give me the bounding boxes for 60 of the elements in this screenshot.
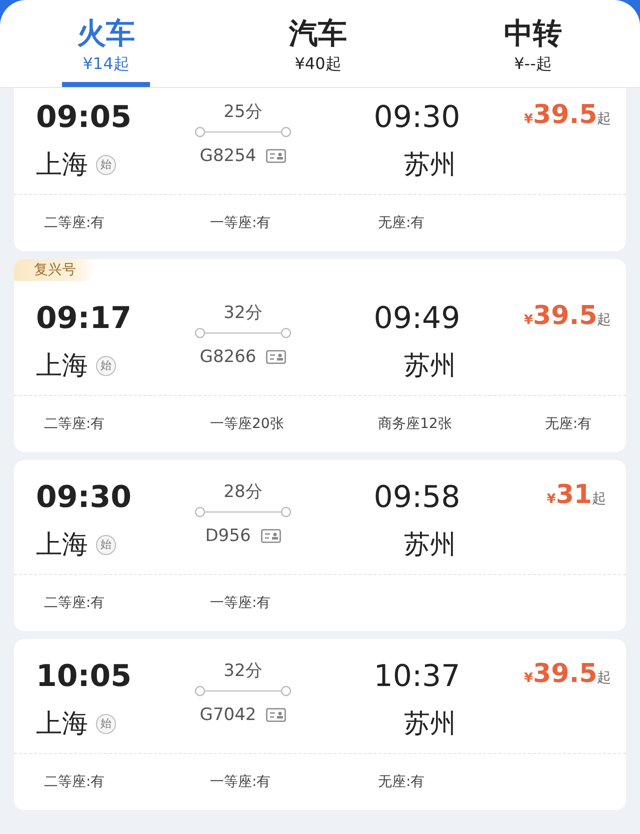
arrival-time: 09:30 (374, 99, 460, 137)
seat-availability: 二等座:有 (44, 214, 106, 233)
tab[interactable]: 火车 ¥14起 (0, 0, 210, 87)
departure-station: 上海 (36, 149, 88, 182)
train-card[interactable]: 复兴号 09:17 上海 始 32分 G8266 09:49 苏州 ¥39.5起 二等座:有 一等座20张 商务座12张 无座:有 (14, 259, 626, 452)
seat-availability: 一等座:有 (210, 773, 272, 792)
duration: 32分 (224, 660, 262, 683)
fare-price: ¥39.5起 (524, 301, 612, 331)
origin-mark: 始 (96, 714, 116, 734)
seat-availability: 无座:有 (378, 773, 426, 792)
arrival-time: 09:58 (374, 479, 460, 517)
arrival-station: 苏州 (403, 708, 456, 741)
route-line-icon (194, 327, 292, 339)
departure-time: 09:05 (36, 99, 132, 137)
seat-availability: 无座:有 (545, 415, 593, 434)
departure-time: 09:17 (36, 300, 132, 338)
duration: 25分 (224, 101, 262, 124)
train-card[interactable]: 10:05 上海 始 32分 G7042 10:37 苏州 ¥39.5起 二等座:有 一等座:有 无座:有 (14, 639, 626, 810)
seat-availability: 一等座20张 (210, 415, 285, 434)
departure-station: 上海 (36, 350, 88, 383)
arrival-station: 苏州 (403, 149, 456, 182)
origin-mark: 始 (96, 535, 116, 555)
route-line-icon (194, 506, 292, 518)
arrival-station: 苏州 (403, 529, 456, 562)
seat-availability: 一等座:有 (210, 214, 272, 233)
arrival-time: 09:49 (374, 300, 460, 338)
origin-mark: 始 (96, 356, 116, 376)
tab[interactable]: 中转 ¥--起 (426, 0, 640, 87)
departure-station: 上海 (36, 708, 88, 741)
id-card-icon (266, 149, 286, 163)
duration: 32分 (224, 302, 262, 325)
train-number: G7042 (200, 704, 256, 727)
id-card-icon (266, 350, 286, 364)
departure-time: 10:05 (36, 658, 132, 696)
seat-availability: 商务座12张 (378, 415, 453, 434)
train-number: G8266 (200, 346, 256, 369)
train-number: D956 (205, 525, 251, 548)
seat-availability: 一等座:有 (210, 594, 272, 613)
seat-availability: 无座:有 (378, 214, 426, 233)
fare-price: ¥39.5起 (524, 100, 612, 130)
duration: 28分 (224, 481, 262, 504)
tab[interactable]: 汽车 ¥40起 (210, 0, 426, 87)
id-card-icon (260, 529, 281, 543)
train-type-tag: 复兴号 (14, 259, 96, 281)
seat-availability: 二等座:有 (44, 594, 106, 613)
origin-mark: 始 (96, 155, 116, 175)
fare-price: ¥31起 (546, 480, 606, 510)
seat-availability: 二等座:有 (44, 773, 106, 792)
departure-station: 上海 (36, 529, 88, 562)
fare-price: ¥39.5起 (524, 659, 612, 689)
seat-availability: 二等座:有 (44, 415, 106, 434)
id-card-icon (266, 708, 286, 722)
arrival-time: 10:37 (374, 658, 460, 696)
departure-time: 09:30 (36, 479, 132, 517)
route-line-icon (194, 685, 292, 697)
train-number: G8254 (200, 145, 256, 168)
train-card[interactable]: 09:30 上海 始 28分 D956 09:58 苏州 ¥31起 二等座:有 一等座:有 (14, 460, 626, 631)
route-line-icon (194, 126, 292, 138)
train-card[interactable]: 09:05 上海 始 25分 G8254 09:30 苏州 ¥39.5起 二等座:有 一等座:有 无座:有 (14, 88, 626, 251)
arrival-station: 苏州 (403, 350, 456, 383)
